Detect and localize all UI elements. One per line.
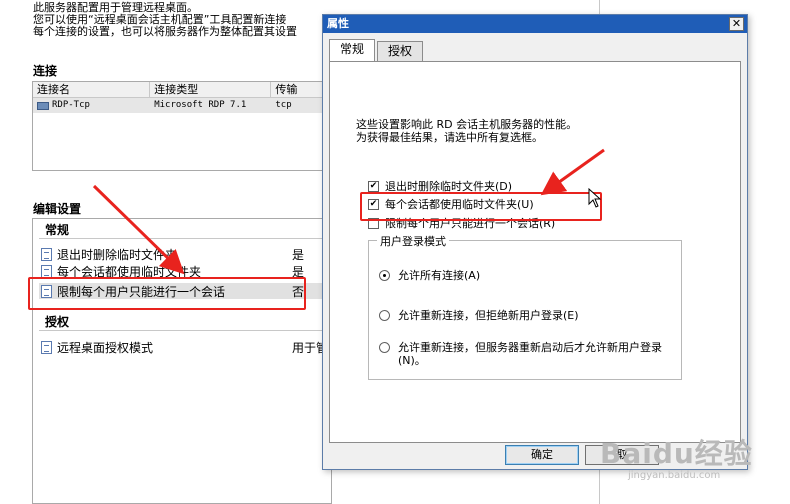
- highlight-box-dialog: [360, 192, 602, 221]
- settings-doc-icon: [41, 247, 52, 261]
- setting-row-delete-temp[interactable]: 退出时删除临时文件夹 是: [39, 246, 331, 262]
- highlight-box-list: [28, 277, 306, 310]
- license-group-title: 授权: [45, 315, 70, 329]
- radio-unselected-icon[interactable]: [379, 342, 390, 353]
- radio-deny-new[interactable]: 允许重新连接，但拒绝新用户登录(E): [379, 309, 579, 322]
- col-type-header[interactable]: 连接类型: [150, 82, 272, 97]
- description-line-2: 为获得最佳结果，请选中所有复选框。: [356, 131, 543, 144]
- rdp-connection-icon: [37, 101, 49, 110]
- settings-doc-icon: [41, 264, 52, 278]
- radio-allow-after-restart[interactable]: 允许重新连接，但服务器重新启动后才允许新用户登录(N)。: [379, 341, 669, 367]
- divider: [39, 238, 331, 239]
- tab-licensing[interactable]: 授权: [377, 41, 424, 61]
- ok-button[interactable]: 确定: [505, 445, 579, 465]
- general-group-title: 常规: [45, 223, 70, 237]
- radio-label: 允许所有连接(A): [398, 269, 481, 282]
- general-description: 这些设置影响此 RD 会话主机服务器的性能。 为获得最佳结果，请选中所有复选框。: [356, 118, 577, 144]
- intro-line-3: 每个连接的设置，也可以将服务器作为整体配置其设置: [33, 25, 297, 38]
- dialog-title: 属性: [327, 17, 349, 30]
- setting-row-license-mode[interactable]: 远程桌面授权模式 用于管: [39, 339, 331, 355]
- edit-settings-box: 常规 退出时删除临时文件夹 是 每个会话都使用临时文件夹 是 限制每个用户只能进…: [32, 218, 332, 504]
- radio-label: 允许重新连接，但拒绝新用户登录(E): [398, 309, 579, 322]
- watermark-url: jingyan.baidu.com: [628, 470, 721, 481]
- login-mode-group: 用户登录模式 允许所有连接(A) 允许重新连接，但拒绝新用户登录(E) 允许重新…: [368, 233, 682, 380]
- dialog-titlebar[interactable]: 属性 ✕: [323, 15, 747, 33]
- table-row[interactable]: RDP-Tcp Microsoft RDP 7.1 tcp: [33, 98, 331, 113]
- radio-selected-icon[interactable]: [379, 270, 390, 281]
- mouse-cursor-icon: [588, 188, 602, 208]
- conn-name: RDP-Tcp: [52, 100, 90, 110]
- radio-allow-all[interactable]: 允许所有连接(A): [379, 269, 480, 282]
- watermark-logo: Baidu经验: [600, 437, 753, 470]
- setting-label: 退出时删除临时文件夹: [57, 247, 178, 262]
- conn-name-cell: RDP-Tcp: [33, 98, 150, 113]
- setting-label: 远程桌面授权模式: [57, 340, 154, 355]
- intro-text: 此服务器配置用于管理远程桌面。 您可以使用“远程桌面会话主机配置”工具配置新连接…: [33, 2, 297, 38]
- radio-unselected-icon[interactable]: [379, 310, 390, 321]
- connections-title: 连接: [33, 64, 58, 78]
- description-line-1: 这些设置影响此 RD 会话主机服务器的性能。: [356, 118, 578, 131]
- checkbox-checked-icon[interactable]: ✔: [368, 180, 379, 192]
- conn-type: Microsoft RDP 7.1: [154, 100, 247, 110]
- connections-table: 连接名 连接类型 传输 RDP-Tcp Microsoft RDP 7.1 tc…: [32, 81, 332, 171]
- settings-doc-icon: [41, 340, 52, 354]
- tab-general[interactable]: 常规: [329, 39, 376, 61]
- close-button[interactable]: ✕: [729, 17, 744, 31]
- connections-header: 连接名 连接类型 传输: [33, 82, 331, 98]
- properties-dialog: 属性 ✕ 常规 授权 这些设置影响此 RD 会话主机服务器的性能。 为获得最佳结…: [322, 14, 748, 470]
- tab-panel-general: 这些设置影响此 RD 会话主机服务器的性能。 为获得最佳结果，请选中所有复选框。…: [329, 61, 741, 443]
- dialog-tabs: 常规 授权: [329, 39, 425, 61]
- edit-settings-title: 编辑设置: [33, 202, 82, 216]
- col-name-header[interactable]: 连接名: [33, 82, 151, 97]
- login-mode-legend: 用户登录模式: [377, 233, 449, 249]
- setting-value: 是: [292, 247, 305, 262]
- divider: [39, 330, 331, 331]
- radio-label: 允许重新连接，但服务器重新启动后才允许新用户登录(N)。: [398, 341, 662, 367]
